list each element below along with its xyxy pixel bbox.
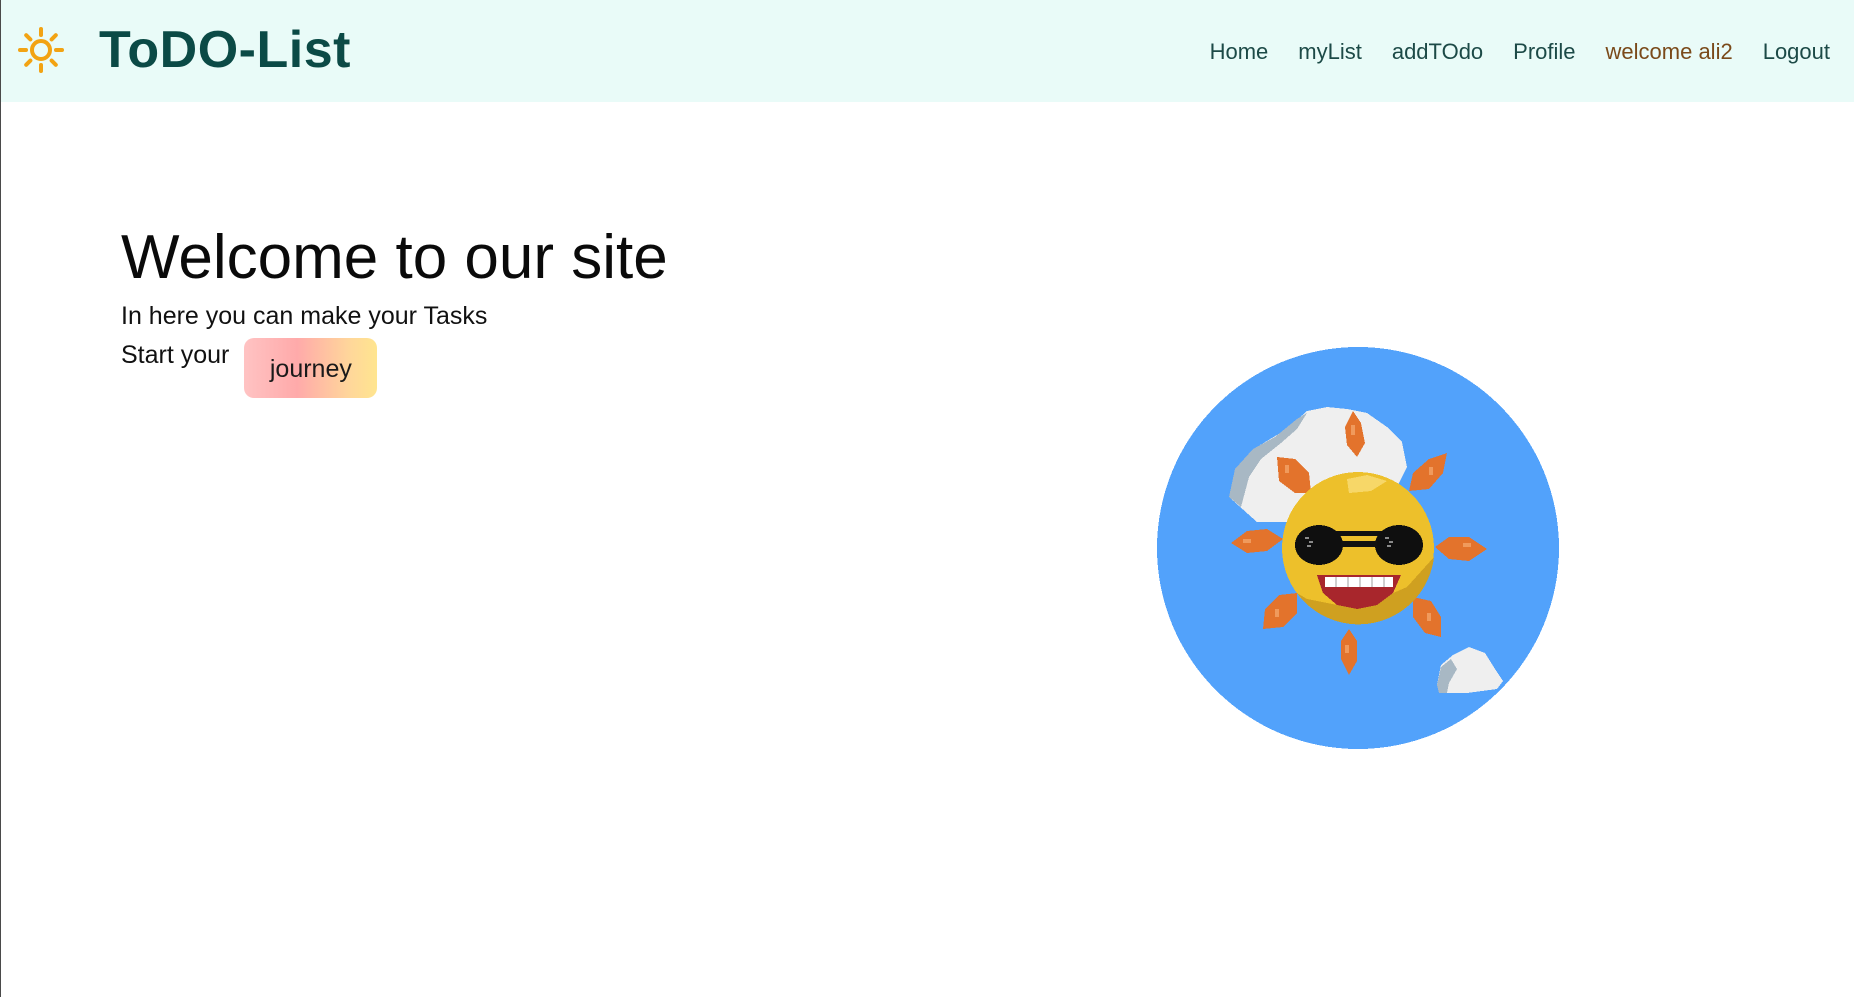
page: ToDO-List Home myList addTOdo Profile we…: [0, 0, 1854, 997]
nav-logout-link[interactable]: Logout: [1763, 39, 1830, 65]
nav-welcome-user-link[interactable]: welcome ali2: [1606, 39, 1733, 65]
navbar: ToDO-List Home myList addTOdo Profile we…: [1, 0, 1854, 102]
hero-subtitle: In here you can make your Tasks: [121, 302, 488, 330]
hero-section: Welcome to our site In here you can make…: [121, 218, 668, 398]
start-row: Start your journey: [121, 338, 668, 398]
start-label: Start your: [121, 341, 230, 369]
nav-mylist-link[interactable]: myList: [1298, 39, 1362, 65]
brand-link[interactable]: ToDO-List: [17, 21, 351, 79]
journey-button[interactable]: journey: [244, 338, 378, 398]
cool-sun-illustration: [1157, 347, 1559, 749]
nav-addtodo-link[interactable]: addTOdo: [1392, 39, 1483, 65]
hero-title: Welcome to our site: [121, 223, 668, 292]
nav-home-link[interactable]: Home: [1210, 39, 1269, 65]
nav-profile-link[interactable]: Profile: [1513, 39, 1575, 65]
nav-links: Home myList addTOdo Profile welcome ali2…: [1180, 36, 1830, 68]
sun-icon: [17, 26, 65, 74]
brand-title: ToDO-List: [99, 21, 351, 79]
